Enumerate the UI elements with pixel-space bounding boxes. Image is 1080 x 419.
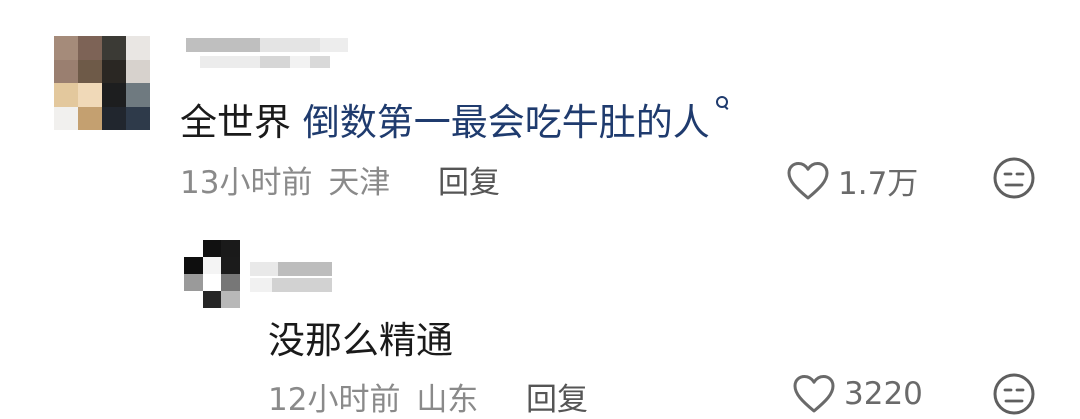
comment-location: 天津 — [328, 165, 391, 201]
heart-outline-icon — [787, 161, 829, 199]
like-button[interactable]: 1.7万 — [786, 158, 918, 203]
comment-text: 全世界 倒数第一最会吃牛肚的人 — [180, 92, 728, 146]
comment-text-prefix: 全世界 — [180, 101, 303, 144]
heart-outline-icon — [793, 375, 835, 413]
comment-meta: 13小时前 天津 — [180, 157, 390, 202]
comment-location: 山东 — [416, 382, 479, 418]
comment-meta: 12小时前 山东 — [268, 374, 478, 419]
comment-time: 13小时前 — [180, 165, 313, 201]
like-count: 1.7万 — [838, 166, 919, 202]
reply-button[interactable]: 回复 — [438, 157, 500, 202]
neutral-face-icon[interactable] — [992, 156, 1036, 200]
like-button[interactable]: 3220 — [792, 374, 923, 414]
like-count: 3220 — [844, 376, 923, 412]
comment-text: 没那么精通 — [268, 319, 453, 362]
reply-button[interactable]: 回复 — [526, 374, 588, 419]
avatar[interactable] — [184, 240, 240, 308]
username-blurred[interactable] — [250, 262, 332, 276]
avatar[interactable] — [54, 36, 150, 130]
username-blurred[interactable] — [186, 38, 348, 52]
search-keyword-link[interactable]: 倒数第一最会吃牛肚的人 — [303, 101, 710, 144]
neutral-face-icon[interactable] — [992, 372, 1036, 416]
search-icon[interactable] — [714, 92, 728, 112]
comment-time: 12小时前 — [268, 382, 401, 418]
